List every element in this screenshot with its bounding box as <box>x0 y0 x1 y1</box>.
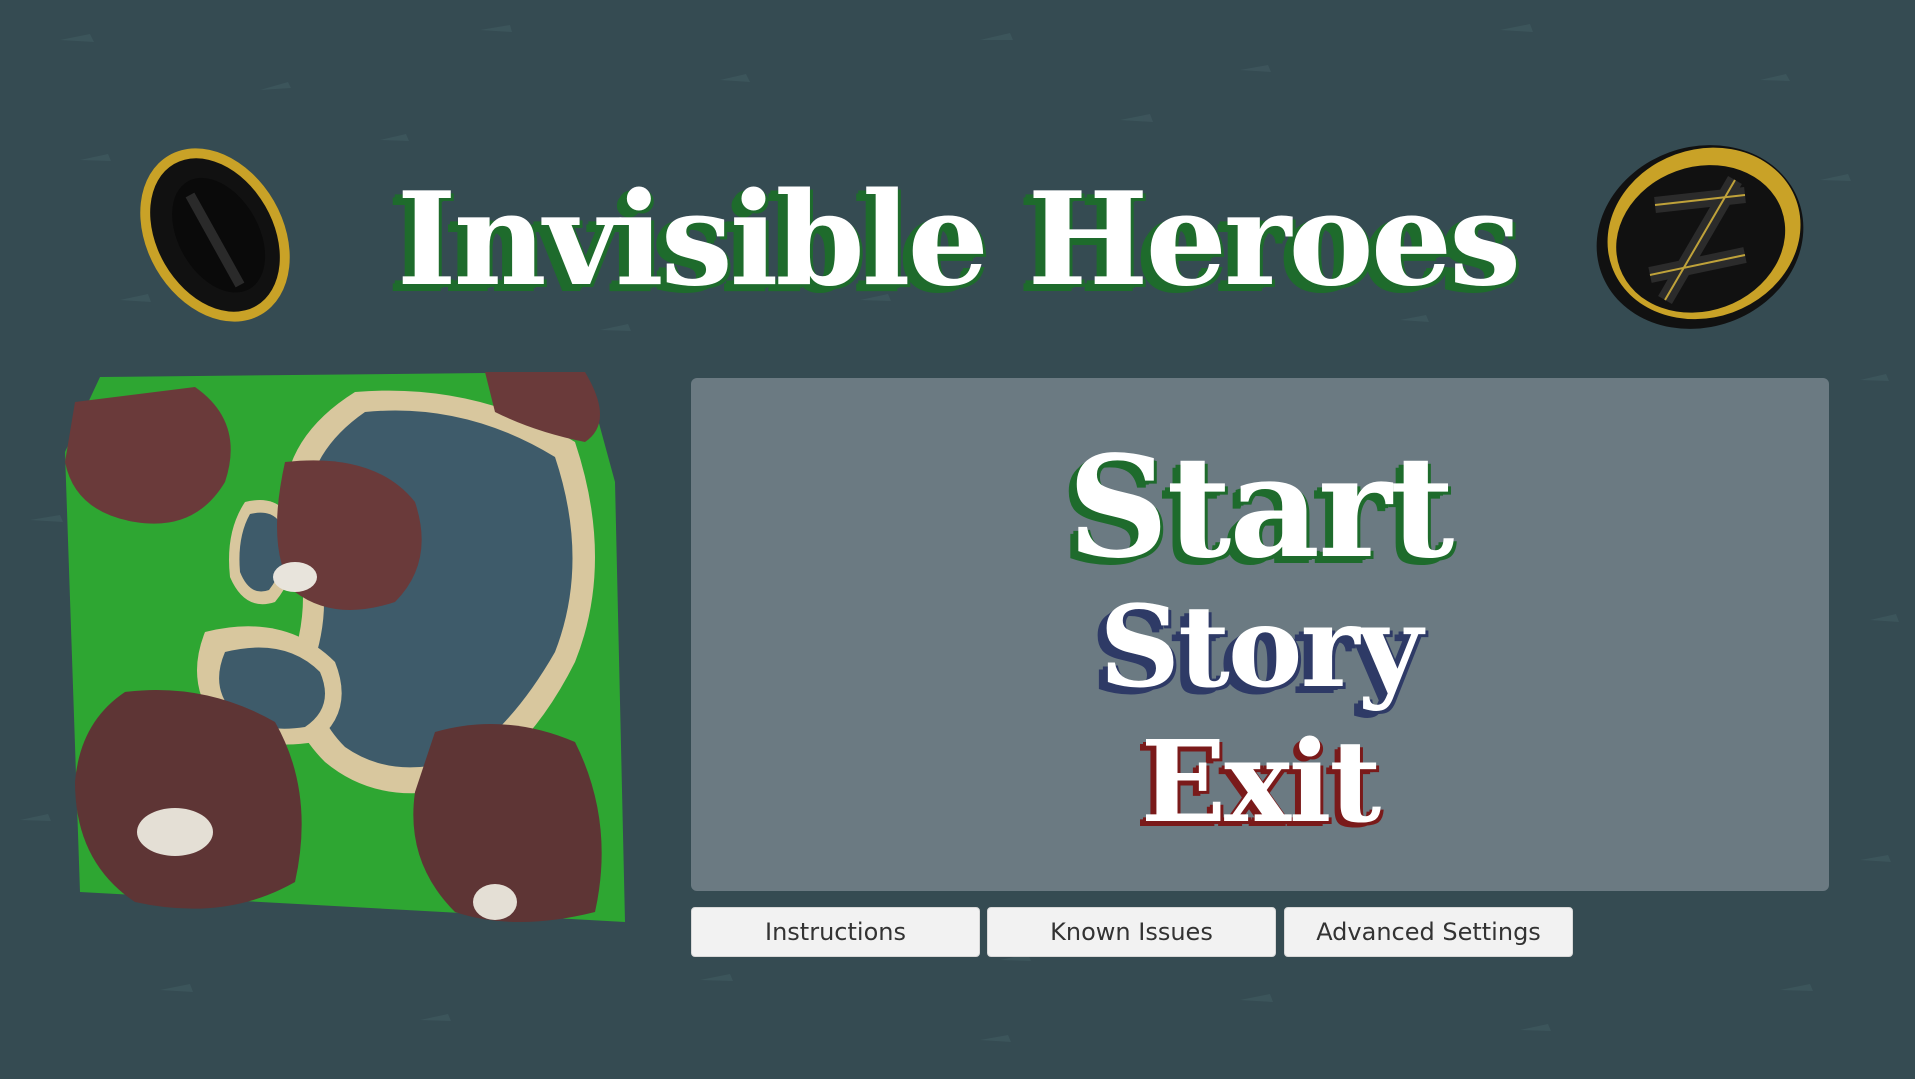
story-menu-item[interactable]: Story <box>691 583 1829 713</box>
main-menu-panel: Start Story Exit <box>691 378 1829 891</box>
instructions-button[interactable]: Instructions <box>691 907 980 957</box>
terrain-preview <box>65 372 625 922</box>
exit-menu-item[interactable]: Exit <box>691 718 1829 848</box>
advanced-settings-button[interactable]: Advanced Settings <box>1284 907 1573 957</box>
known-issues-button[interactable]: Known Issues <box>987 907 1276 957</box>
game-title: Invisible Heroes <box>396 165 1521 315</box>
start-menu-item[interactable]: Start <box>691 433 1829 583</box>
